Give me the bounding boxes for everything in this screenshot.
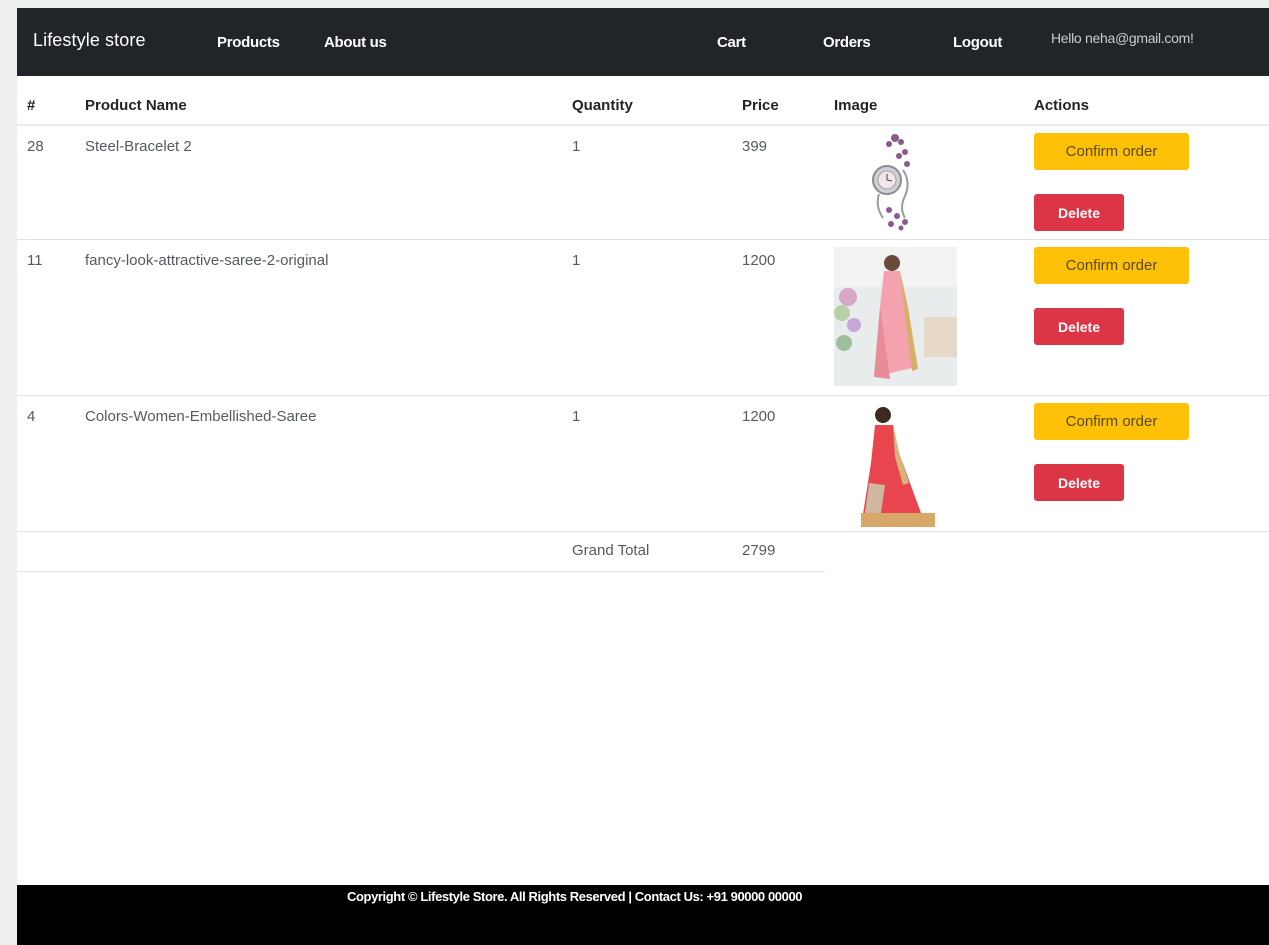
row-product-name: Steel-Bracelet 2 bbox=[85, 138, 192, 155]
pink-saree-image bbox=[834, 247, 957, 386]
red-saree-image bbox=[861, 407, 935, 527]
grand-total-value: 2799 bbox=[742, 542, 776, 559]
grand-total-divider bbox=[17, 571, 825, 572]
row-price: 1200 bbox=[742, 408, 776, 425]
row-product-name: Colors-Women-Embellished-Saree bbox=[85, 408, 317, 425]
header-price: Price bbox=[742, 97, 779, 114]
row-product-name: fancy-look-attractive-saree-2-original bbox=[85, 252, 329, 269]
row-id: 4 bbox=[27, 408, 36, 425]
footer-copyright: Copyright © Lifestyle Store. All Rights … bbox=[347, 889, 803, 904]
navbar: Lifestyle store Products About us Cart O… bbox=[17, 8, 1269, 76]
user-greeting: Hello neha@gmail.com! bbox=[1051, 30, 1194, 46]
page: Lifestyle store Products About us Cart O… bbox=[17, 8, 1269, 945]
delete-button[interactable]: Delete bbox=[1034, 464, 1124, 501]
header-num: # bbox=[27, 97, 36, 114]
footer: Copyright © Lifestyle Store. All Rights … bbox=[17, 885, 1269, 945]
row-id: 28 bbox=[27, 138, 44, 155]
delete-button[interactable]: Delete bbox=[1034, 308, 1124, 345]
nav-about[interactable]: About us bbox=[324, 34, 387, 51]
nav-orders[interactable]: Orders bbox=[823, 34, 871, 51]
confirm-order-button[interactable]: Confirm order bbox=[1034, 247, 1189, 284]
confirm-order-button[interactable]: Confirm order bbox=[1034, 403, 1189, 440]
grand-total-label: Grand Total bbox=[572, 542, 650, 559]
header-product-name: Product Name bbox=[85, 97, 187, 114]
header-image: Image bbox=[834, 97, 878, 114]
confirm-order-button[interactable]: Confirm order bbox=[1034, 133, 1189, 170]
nav-logout[interactable]: Logout bbox=[953, 34, 1002, 51]
bracelet-watch-image bbox=[872, 134, 910, 231]
header-divider bbox=[17, 124, 1269, 126]
header-actions: Actions bbox=[1034, 97, 1090, 114]
row-price: 399 bbox=[742, 138, 768, 155]
row-divider bbox=[17, 395, 1269, 396]
nav-products[interactable]: Products bbox=[217, 34, 280, 51]
row-price: 1200 bbox=[742, 252, 776, 269]
nav-cart[interactable]: Cart bbox=[717, 34, 746, 51]
row-divider bbox=[17, 239, 1269, 240]
header-quantity: Quantity bbox=[572, 97, 633, 114]
row-quantity: 1 bbox=[572, 138, 581, 155]
row-quantity: 1 bbox=[572, 252, 581, 269]
row-divider bbox=[17, 531, 1269, 532]
row-quantity: 1 bbox=[572, 408, 581, 425]
brand-link[interactable]: Lifestyle store bbox=[33, 30, 146, 51]
delete-button[interactable]: Delete bbox=[1034, 194, 1124, 231]
row-id: 11 bbox=[27, 252, 43, 269]
